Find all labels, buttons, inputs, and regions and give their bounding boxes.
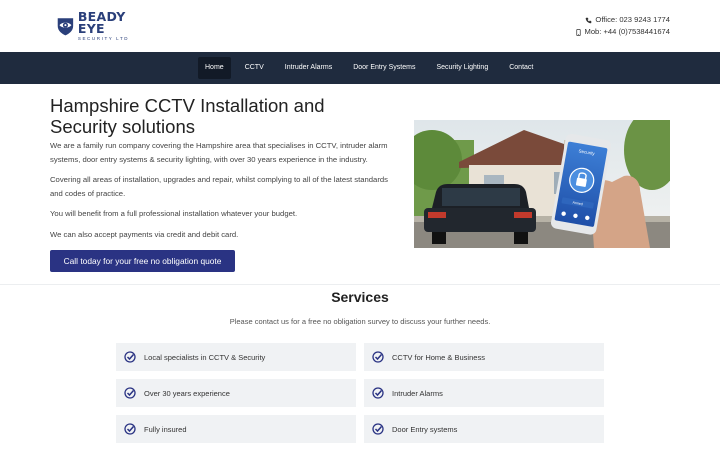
office-phone[interactable]: Office: 023 9243 1774 (575, 14, 670, 26)
site-header: BEADY EYE SECURITY LTD Office: 023 9243 … (0, 0, 720, 52)
nav-contact[interactable]: Contact (502, 57, 540, 79)
brand-name: BEADY EYE (77, 8, 126, 37)
mobile-phone-text: Mob: +44 (0)7538441674 (584, 27, 671, 36)
logo[interactable]: BEADY EYE SECURITY LTD (56, 8, 146, 41)
nav-home[interactable]: Home (198, 57, 231, 79)
service-card: Intruder Alarms (364, 379, 604, 407)
service-card: Door Entry systems (364, 415, 604, 443)
service-label: CCTV for Home & Business (392, 352, 485, 362)
services-title: Services (331, 289, 389, 305)
check-circle-icon (124, 423, 136, 435)
service-label: Intruder Alarms (392, 388, 443, 398)
check-circle-icon (124, 387, 136, 399)
main-nav: Home CCTV Intruder Alarms Door Entry Sys… (0, 52, 720, 84)
service-card: CCTV for Home & Business (364, 343, 604, 371)
nav-door-entry-systems[interactable]: Door Entry Systems (346, 57, 422, 79)
page-title: Hampshire CCTV Installation and Security… (50, 95, 325, 137)
nav-cctv[interactable]: CCTV (238, 57, 271, 79)
hero-image: Security Armed (414, 120, 670, 248)
service-card: Over 30 years experience (116, 379, 356, 407)
eye-shield-icon (57, 18, 74, 36)
service-card: Local specialists in CCTV & Security (116, 343, 356, 371)
nav-intruder-alarms[interactable]: Intruder Alarms (278, 57, 339, 79)
benefit-paragraph: You will benefit from a full professiona… (50, 209, 298, 218)
check-circle-icon (124, 351, 136, 363)
check-circle-icon (372, 387, 384, 399)
mobile-icon (575, 28, 581, 36)
quote-cta-button[interactable]: Call today for your free no obligation q… (50, 250, 235, 272)
payment-paragraph: We can also accept payments via credit a… (50, 230, 239, 239)
service-label: Local specialists in CCTV & Security (144, 352, 266, 362)
service-label: Fully insured (144, 424, 187, 434)
phone-icon (586, 17, 592, 23)
mobile-phone[interactable]: Mob: +44 (0)7538441674 (575, 26, 671, 38)
intro-paragraph: We are a family run company covering the… (50, 141, 388, 164)
service-label: Door Entry systems (392, 424, 458, 434)
nav-security-lighting[interactable]: Security Lighting (429, 57, 495, 79)
office-phone-text: Office: 023 9243 1774 (595, 15, 670, 24)
services-subtitle: Please contact us for a free no obligati… (229, 317, 491, 326)
section-divider (0, 284, 720, 285)
check-circle-icon (372, 423, 384, 435)
house-phone-illustration: Security Armed (414, 120, 670, 248)
service-label: Over 30 years experience (144, 388, 230, 398)
brand-tagline: SECURITY LTD (77, 35, 130, 41)
service-card: Fully insured (116, 415, 356, 443)
contact-info: Office: 023 9243 1774 Mob: +44 (0)753844… (575, 14, 671, 38)
check-circle-icon (372, 351, 384, 363)
coverage-paragraph: Covering all areas of installation, upgr… (50, 175, 389, 198)
